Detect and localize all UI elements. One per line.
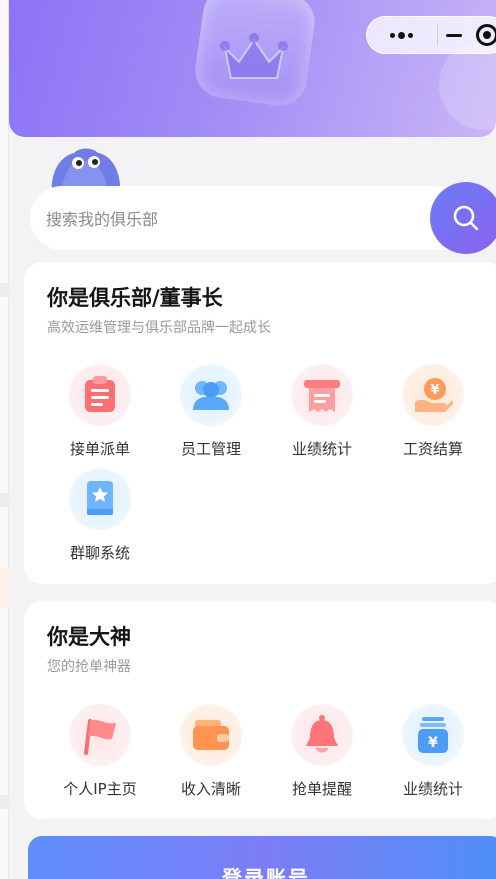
feature-order-dispatch[interactable]: 接单派单: [50, 364, 150, 459]
wallet-icon: [193, 720, 229, 750]
feature-label: 业绩统计: [291, 440, 352, 458]
svg-text:¥: ¥: [428, 735, 438, 751]
login-button[interactable]: 登录账号: [28, 836, 496, 879]
feature-label: 抢单提醒: [291, 780, 352, 798]
feature-income[interactable]: 收入清晰: [161, 704, 261, 799]
feature-order-alert[interactable]: 抢单提醒: [272, 704, 372, 799]
users-icon: [193, 381, 229, 410]
card-subtitle: 您的抢单神器: [47, 659, 131, 675]
search-input[interactable]: 搜索我的俱乐部: [46, 206, 158, 230]
feature-label: 接单派单: [69, 440, 130, 458]
feature-label: 收入清晰: [180, 780, 241, 798]
close-circle-icon[interactable]: [476, 24, 496, 46]
feature-label: 业绩统计: [402, 780, 463, 798]
search-bar[interactable]: 搜索我的俱乐部: [30, 186, 496, 250]
salary-hand-icon: ¥: [415, 378, 453, 412]
bell-icon: [306, 715, 338, 753]
feature-performance-stats[interactable]: ¥ 业绩统计: [383, 704, 483, 799]
clipboard-icon: [85, 376, 115, 412]
card-title: 你是大神: [47, 625, 131, 649]
feature-personal-homepage[interactable]: 个人IP主页: [50, 704, 150, 799]
money-stack-icon: ¥: [418, 717, 448, 753]
minimize-icon[interactable]: [446, 33, 463, 37]
more-dots-icon: [390, 31, 414, 39]
feature-label: 个人IP主页: [63, 780, 137, 798]
feature-staff-management[interactable]: 员工管理: [161, 364, 261, 459]
search-button[interactable]: [430, 182, 496, 254]
chat-badge-icon: [87, 481, 113, 515]
divider: [0, 283, 9, 297]
background-highlight: [0, 568, 9, 608]
divider: [0, 493, 9, 507]
feature-label: 工资结算: [402, 440, 463, 458]
svg-text:¥: ¥: [430, 383, 439, 398]
feature-label: 群聊系统: [69, 544, 130, 562]
feature-group-chat[interactable]: 群聊系统: [50, 468, 150, 563]
divider: [0, 795, 9, 809]
flag-icon: [84, 719, 116, 755]
player-card: 你是大神 您的抢单神器 个人IP主页 收入清晰 抢单提醒 ¥ 业绩统计: [24, 601, 496, 819]
capsule-actions: [438, 17, 496, 53]
search-icon: [453, 205, 479, 231]
club-owner-card: 你是俱乐部/董事长 高效运维管理与俱乐部品牌一起成长 接单派单 员工管理 业绩统…: [24, 262, 496, 584]
card-subtitle: 高效运维管理与俱乐部品牌一起成长: [47, 320, 271, 336]
feature-performance-stats[interactable]: 业绩统计: [272, 364, 372, 459]
feature-label: 员工管理: [180, 440, 241, 458]
card-title: 你是俱乐部/董事长: [47, 286, 223, 310]
login-label: 登录账号: [222, 866, 310, 879]
more-button[interactable]: [367, 17, 437, 53]
receipt-icon: [304, 380, 340, 412]
feature-salary-settlement[interactable]: ¥ 工资结算: [383, 364, 483, 459]
miniprogram-capsule: [366, 16, 496, 54]
crown-icon: [220, 33, 288, 79]
background-page-strip: [0, 0, 9, 879]
